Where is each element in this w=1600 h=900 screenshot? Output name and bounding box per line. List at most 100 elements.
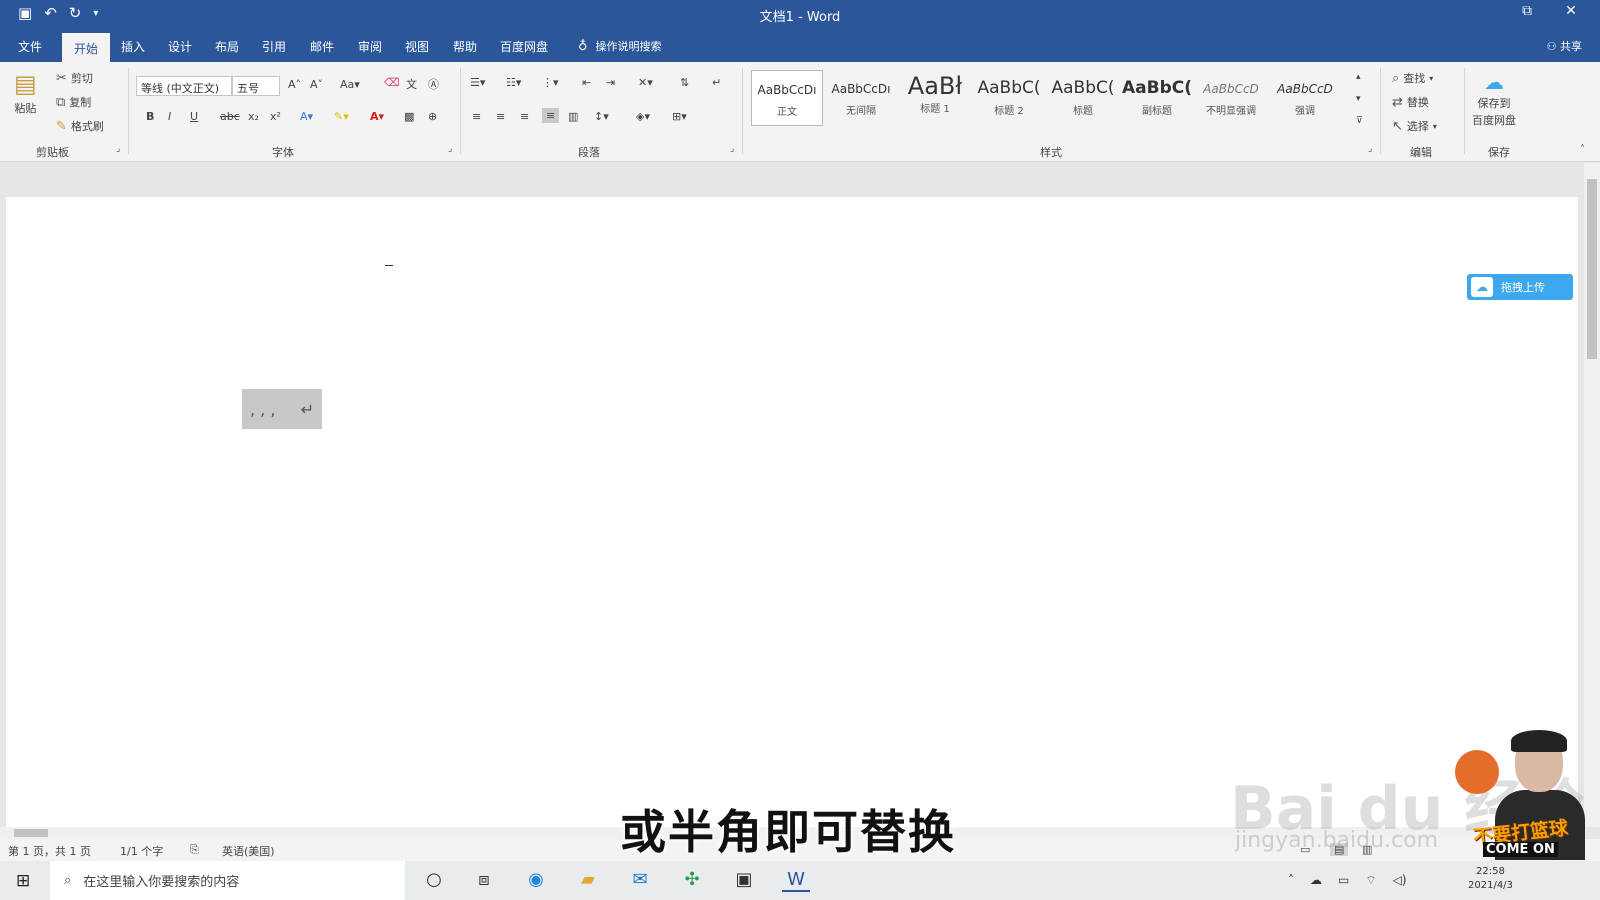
proofing-icon[interactable]: ⎘ xyxy=(190,843,199,857)
tab-help[interactable]: 帮助 xyxy=(453,36,477,57)
cut-button[interactable]: ✂ 剪切 xyxy=(56,70,93,86)
style-normal[interactable]: AaBbCcDı 正文 xyxy=(751,70,823,126)
collapse-ribbon-icon[interactable]: ˄ xyxy=(1580,144,1585,155)
align-left-icon[interactable]: ≡ xyxy=(472,110,481,123)
font-launcher-icon[interactable]: ⌟ xyxy=(448,144,452,154)
phonetic-guide-icon[interactable]: 文 xyxy=(406,76,417,92)
select-button[interactable]: ↖ 选择 ▾ xyxy=(1392,118,1437,134)
tab-baidu-netdisk[interactable]: 百度网盘 xyxy=(500,36,548,57)
enclose-char-icon[interactable]: ⊕ xyxy=(428,110,437,123)
page-count[interactable]: 第 1 页，共 1 页 xyxy=(8,843,91,859)
char-border-icon[interactable]: Ⓐ xyxy=(428,76,439,92)
align-right-icon[interactable]: ≡ xyxy=(520,110,529,123)
style-emphasis[interactable]: AaBbCcD 强调 xyxy=(1269,70,1341,126)
replace-button[interactable]: ⇄ 替换 xyxy=(1392,94,1429,110)
tab-review[interactable]: 审阅 xyxy=(358,36,382,57)
strikethrough-icon[interactable]: abc xyxy=(220,110,240,123)
tell-me-search[interactable]: ♁ 操作说明搜索 xyxy=(578,38,662,54)
tab-design[interactable]: 设计 xyxy=(168,36,192,57)
styles-scroll-down-icon[interactable]: ▾ xyxy=(1356,94,1361,104)
show-marks-icon[interactable]: ↵ xyxy=(712,76,721,89)
tab-layout[interactable]: 布局 xyxy=(215,36,239,57)
tab-file[interactable]: 文件 xyxy=(18,36,42,57)
taskbar-search-box[interactable]: ⌕ 在这里输入你要搜索的内容 xyxy=(50,861,405,900)
camera-app-icon[interactable]: ▣ xyxy=(730,869,758,890)
superscript-icon[interactable]: x² xyxy=(270,110,281,123)
document-page[interactable] xyxy=(6,197,1578,827)
underline-icon[interactable]: U xyxy=(190,110,198,123)
pinwheel-icon[interactable]: ✣ xyxy=(678,869,706,890)
style-subtle-emphasis[interactable]: AaBbCcD 不明显强调 xyxy=(1195,70,1267,126)
text-effects-icon[interactable]: A▾ xyxy=(300,110,313,123)
tab-view[interactable]: 视图 xyxy=(405,36,429,57)
paragraph-launcher-icon[interactable]: ⌟ xyxy=(730,144,734,154)
battery-icon[interactable]: ▭ xyxy=(1338,873,1349,888)
shading-icon[interactable]: ◈▾ xyxy=(636,110,650,123)
align-center-icon[interactable]: ≡ xyxy=(496,110,505,123)
sort-icon[interactable]: ⇅ xyxy=(680,76,689,89)
font-size-dropdown[interactable]: 五号 xyxy=(232,76,280,96)
grow-font-icon[interactable]: A˄ xyxy=(288,78,301,91)
italic-icon[interactable]: I xyxy=(168,110,171,123)
cortana-icon[interactable]: ○ xyxy=(420,869,448,890)
highlight-icon[interactable]: ✎▾ xyxy=(334,110,349,123)
tab-home[interactable]: 开始 xyxy=(62,33,111,62)
multilevel-list-icon[interactable]: ⋮▾ xyxy=(542,76,559,89)
vertical-scrollbar[interactable] xyxy=(1584,163,1600,827)
mail-icon[interactable]: ✉ xyxy=(626,869,654,890)
line-spacing-icon[interactable]: ↕▾ xyxy=(594,110,609,123)
shrink-font-icon[interactable]: A˅ xyxy=(310,78,323,91)
styles-launcher-icon[interactable]: ⌟ xyxy=(1368,144,1372,154)
tab-insert[interactable]: 插入 xyxy=(121,36,145,57)
decrease-indent-icon[interactable]: ⇤ xyxy=(582,76,591,89)
scroll-thumb[interactable] xyxy=(1587,179,1597,359)
style-no-spacing[interactable]: AaBbCcDı 无间隔 xyxy=(825,70,897,126)
share-button[interactable]: ⚇ 共享 xyxy=(1547,38,1582,54)
word-count[interactable]: 1/1 个字 xyxy=(120,843,163,859)
clipboard-launcher-icon[interactable]: ⌟ xyxy=(116,144,120,154)
tab-references[interactable]: 引用 xyxy=(262,36,286,57)
file-explorer-icon[interactable]: ▰ xyxy=(574,869,602,890)
font-name-dropdown[interactable]: 等线 (中文正文) xyxy=(136,76,232,96)
subscript-icon[interactable]: x₂ xyxy=(248,110,259,123)
volume-icon[interactable]: ◁) xyxy=(1393,873,1407,888)
chinese-layout-icon[interactable]: ✕▾ xyxy=(638,76,653,89)
restore-button[interactable]: ⧉ xyxy=(1508,3,1546,19)
style-heading-2[interactable]: AaBbC( 标题 2 xyxy=(973,70,1045,126)
styles-more-icon[interactable]: ⊽ xyxy=(1356,116,1363,126)
cloud-icon[interactable]: ☁ xyxy=(1310,873,1322,888)
windows-start-icon[interactable]: ⊞ xyxy=(16,871,30,891)
font-color-icon[interactable]: A▾ xyxy=(370,110,384,123)
wifi-icon[interactable]: ⌔ xyxy=(1365,873,1376,888)
close-button[interactable]: ✕ xyxy=(1552,3,1590,19)
justify-icon[interactable]: ≡ xyxy=(542,108,560,123)
clock[interactable]: 22:58 2021/4/3 xyxy=(1468,865,1513,893)
increase-indent-icon[interactable]: ⇥ xyxy=(606,76,615,89)
paste-button[interactable]: ▤ 粘贴 xyxy=(14,70,37,116)
edge-icon[interactable]: ◉ xyxy=(522,869,550,890)
change-case-icon[interactable]: Aa▾ xyxy=(340,78,360,91)
tab-mailings[interactable]: 邮件 xyxy=(310,36,334,57)
chevron-up-icon[interactable]: ˄ xyxy=(1288,873,1294,888)
word-icon[interactable]: W xyxy=(782,869,810,892)
distributed-icon[interactable]: ▥ xyxy=(568,110,578,123)
styles-scroll-up-icon[interactable]: ▴ xyxy=(1356,72,1361,82)
style-title[interactable]: AaBbC( 标题 xyxy=(1047,70,1119,126)
numbering-icon[interactable]: ☷▾ xyxy=(506,76,521,89)
style-subtitle[interactable]: AaBbC( 副标题 xyxy=(1121,70,1193,126)
borders-icon[interactable]: ⊞▾ xyxy=(672,110,687,123)
language-indicator[interactable]: 英语(美国) xyxy=(222,843,275,859)
bullets-icon[interactable]: ☰▾ xyxy=(470,76,485,89)
format-painter-button[interactable]: ✎ 格式刷 xyxy=(56,118,104,134)
find-button[interactable]: ⌕ 查找 ▾ xyxy=(1392,70,1433,86)
scroll-thumb[interactable] xyxy=(14,829,48,837)
selected-text[interactable]: , , , ↵ xyxy=(242,389,322,429)
clear-format-icon[interactable]: ⌫ xyxy=(384,76,400,89)
drag-upload-button[interactable]: ☁ 拖拽上传 xyxy=(1467,274,1573,300)
save-to-baidu-button[interactable]: ☁ 保存到 百度网盘 xyxy=(1472,70,1516,128)
copy-button[interactable]: ⧉ 复制 xyxy=(56,94,91,110)
bold-icon[interactable]: B xyxy=(146,110,154,123)
char-shading-icon[interactable]: ▩ xyxy=(404,110,414,123)
task-view-icon[interactable]: ⧈ xyxy=(470,869,498,890)
style-heading-1[interactable]: AaBł 标题 1 xyxy=(899,70,971,126)
